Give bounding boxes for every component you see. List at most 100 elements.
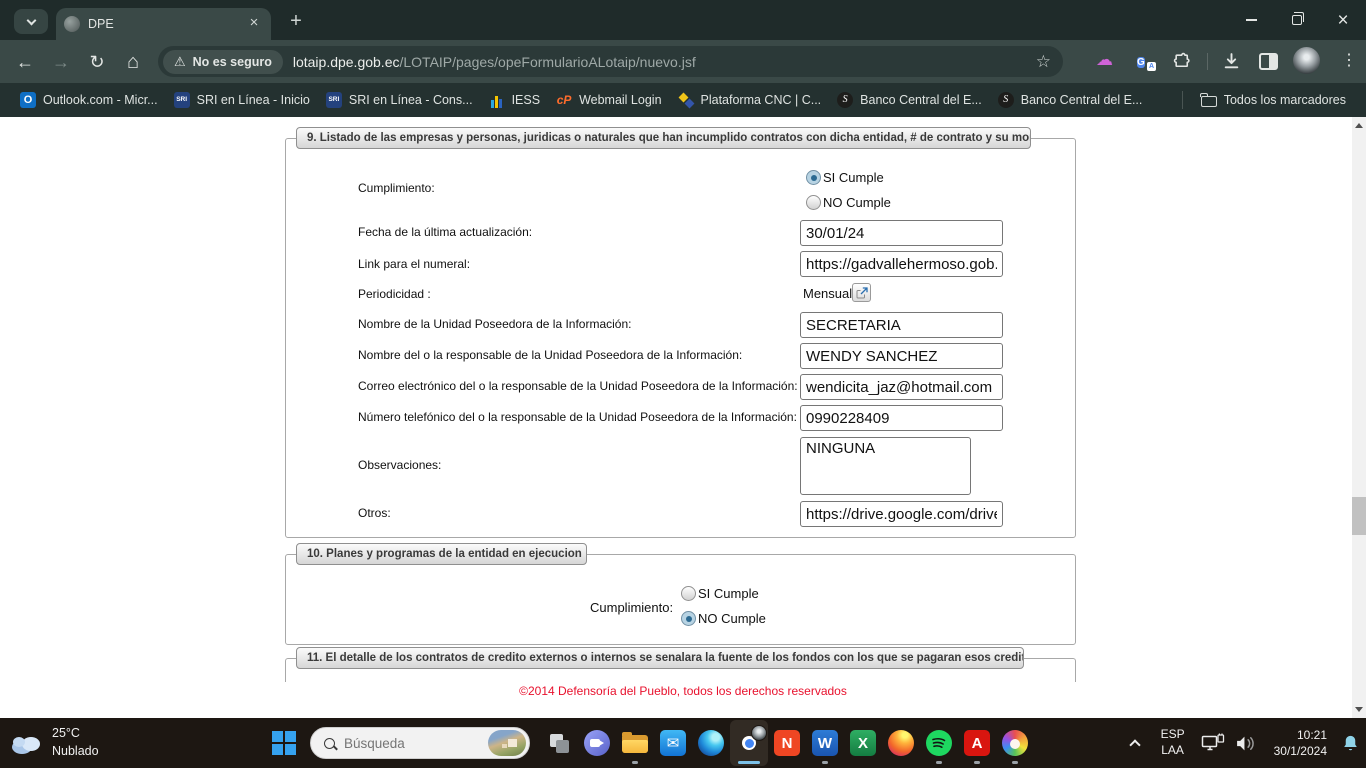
excel-button[interactable]: X (844, 720, 882, 766)
all-bookmarks-button[interactable]: Todos los marcadores (1193, 90, 1354, 110)
firefox-button[interactable] (882, 720, 920, 766)
bookmark-item[interactable]: cP Webmail Login (548, 89, 669, 111)
bookmark-star-icon[interactable]: ☆ (1036, 52, 1051, 72)
scroll-up-arrow[interactable] (1355, 123, 1363, 128)
language-indicator[interactable]: ESP LAA (1161, 727, 1185, 758)
security-chip[interactable]: ⚠ No es seguro (163, 50, 283, 74)
fecha-label: Fecha de la última actualización: (358, 225, 532, 239)
running-indicator (1012, 761, 1018, 764)
tray-time: 10:21 (1274, 727, 1327, 743)
home-button[interactable]: ⌂ (118, 47, 148, 77)
chrome-icon (735, 729, 763, 757)
back-button[interactable]: ← (10, 47, 40, 77)
section11-header[interactable]: 11. El detalle de los contratos de credi… (296, 647, 1024, 669)
radio-unselected-icon[interactable] (681, 586, 696, 601)
reload-button[interactable]: ↻ (82, 47, 112, 77)
radio-label: SI Cumple (698, 586, 759, 601)
translate-icon[interactable]: G A (1137, 52, 1156, 71)
chrome-button[interactable] (730, 720, 768, 766)
radio-si-cumple-10[interactable]: SI Cumple (681, 586, 759, 601)
url-bar[interactable]: ⚠ No es seguro lotaip.dpe.gob.ec/LOTAIP/… (158, 46, 1063, 77)
responsable-input[interactable] (800, 343, 1003, 369)
tab-close-icon[interactable]: × (245, 15, 263, 33)
forward-button[interactable]: → (46, 47, 76, 77)
tray-chevron-up-icon[interactable] (1129, 739, 1140, 750)
link-input[interactable] (800, 251, 1003, 277)
cnc-icon (678, 92, 694, 108)
fecha-input[interactable] (800, 220, 1003, 246)
url-path: /LOTAIP/pages/opeFormularioALotaip/nuevo… (399, 54, 695, 70)
periodicidad-value: Mensual (803, 286, 852, 301)
external-link-button[interactable] (852, 283, 871, 302)
scrollbar-thumb[interactable] (1352, 497, 1366, 535)
nitro-pdf-button[interactable]: N (768, 720, 806, 766)
taskbar-search[interactable] (310, 727, 530, 759)
screen: DPE × + × ← → ↻ ⌂ ⚠ No es seguro lotaip.… (0, 0, 1366, 768)
unidad-input[interactable] (800, 312, 1003, 338)
volume-icon[interactable] (1235, 735, 1256, 752)
chevron-down-icon (26, 15, 36, 25)
section10-header[interactable]: 10. Planes y programas de la entidad en … (296, 543, 587, 565)
system-tray: ESP LAA 10:21 30/1/2024 (1131, 718, 1360, 768)
cloud-extension-icon[interactable]: ☁ (1096, 50, 1113, 70)
folder-icon (1201, 96, 1217, 107)
bookmark-item[interactable]: O Outlook.com - Micr... (12, 89, 166, 111)
new-tab-button[interactable]: + (283, 9, 309, 35)
radio-no-cumple-10[interactable]: NO Cumple (681, 611, 766, 626)
word-button[interactable]: W (806, 720, 844, 766)
start-button[interactable] (272, 731, 296, 755)
translate-a: A (1147, 62, 1156, 71)
search-input[interactable] (344, 736, 479, 751)
cumplimiento-label: Cumplimiento: (358, 181, 435, 195)
radio-no-cumple-9[interactable]: NO Cumple (806, 195, 891, 210)
cpanel-icon: cP (556, 92, 572, 108)
bookmark-item[interactable]: SRI SRI en Línea - Cons... (318, 89, 481, 111)
window-restore-button[interactable] (1274, 0, 1320, 40)
bookmark-item[interactable]: S Banco Central del E... (990, 89, 1151, 111)
translate-g: G (1137, 57, 1145, 68)
bookmark-label: Webmail Login (579, 93, 661, 107)
page-scrollbar[interactable] (1352, 117, 1366, 718)
observaciones-textarea[interactable]: NINGUNA (800, 437, 971, 495)
spotify-button[interactable] (920, 720, 958, 766)
section9-header[interactable]: 9. Listado de las empresas y personas, j… (296, 127, 1031, 149)
menu-kebab-icon[interactable]: ⋮ (1336, 48, 1362, 74)
tab-search-button[interactable] (14, 9, 48, 34)
telefono-input[interactable] (800, 405, 1003, 431)
sri-icon: SRI (326, 92, 342, 108)
mail-button[interactable]: ✉ (654, 720, 692, 766)
weather-widget[interactable]: 25°C Nublado (10, 725, 99, 760)
scroll-down-arrow[interactable] (1355, 707, 1363, 712)
radio-selected-icon[interactable] (681, 611, 696, 626)
active-indicator (738, 761, 760, 764)
file-explorer-button[interactable] (616, 720, 654, 766)
bookmark-item[interactable]: S Banco Central del E... (829, 89, 990, 111)
network-icon[interactable] (1201, 733, 1225, 753)
task-view-button[interactable] (540, 720, 578, 766)
side-panel-icon[interactable] (1259, 53, 1278, 70)
bookmark-item[interactable]: IESS (481, 89, 549, 111)
browser-toolbar: ← → ↻ ⌂ ⚠ No es seguro lotaip.dpe.gob.ec… (0, 40, 1366, 83)
chat-button[interactable] (578, 720, 616, 766)
otros-input[interactable] (800, 501, 1003, 527)
window-close-button[interactable]: × (1320, 0, 1366, 40)
search-daily-image[interactable] (488, 730, 526, 756)
browser-tab[interactable]: DPE × (56, 8, 271, 40)
radio-selected-icon[interactable] (806, 170, 821, 185)
bookmark-item[interactable]: Plataforma CNC | C... (670, 89, 830, 111)
edge-button[interactable] (692, 720, 730, 766)
restore-icon (1292, 15, 1302, 25)
extensions-puzzle-icon[interactable] (1173, 52, 1192, 71)
clock[interactable]: 10:21 30/1/2024 (1274, 727, 1327, 759)
radio-unselected-icon[interactable] (806, 195, 821, 210)
bookmark-item[interactable]: SRI SRI en Línea - Inicio (166, 89, 318, 111)
download-icon[interactable] (1222, 52, 1241, 71)
acrobat-button[interactable]: A (958, 720, 996, 766)
window-minimize-button[interactable] (1228, 0, 1274, 40)
window-controls: × (1228, 0, 1366, 40)
notifications-bell-icon[interactable] (1341, 733, 1360, 753)
paint-button[interactable] (996, 720, 1034, 766)
correo-input[interactable] (800, 374, 1003, 400)
radio-si-cumple-9[interactable]: SI Cumple (806, 170, 884, 185)
profile-avatar[interactable] (1293, 47, 1320, 74)
